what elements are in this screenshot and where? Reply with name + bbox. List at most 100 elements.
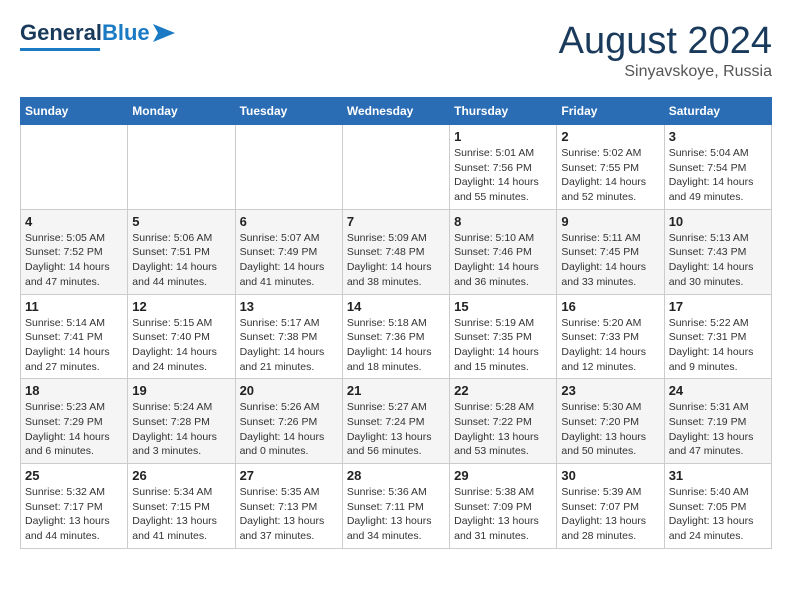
table-row: 23Sunrise: 5:30 AM Sunset: 7:20 PM Dayli… <box>557 379 664 464</box>
day-number: 14 <box>347 299 445 314</box>
week-row-2: 4 Sunrise: 5:05 AM Sunset: 7:52 PM Daylig… <box>21 209 772 294</box>
table-row: 6 Sunrise: 5:07 AM Sunset: 7:49 PM Daylig… <box>235 209 342 294</box>
table-row: 17 Sunrise: 5:22 AM Sunset: 7:31 PM Dayli… <box>664 294 771 379</box>
table-row: 14 Sunrise: 5:18 AM Sunset: 7:36 PM Dayli… <box>342 294 449 379</box>
table-row <box>128 125 235 210</box>
day-info: Sunrise: 5:30 AM Sunset: 7:20 PM Dayligh… <box>561 400 659 459</box>
week-row-3: 11 Sunrise: 5:14 AM Sunset: 7:41 PM Dayli… <box>21 294 772 379</box>
day-number: 31 <box>669 468 767 483</box>
day-number: 1 <box>454 129 552 144</box>
day-info: Sunrise: 5:11 AM Sunset: 7:45 PM Dayligh… <box>561 231 659 290</box>
table-row: 18 Sunrise: 5:23 AM Sunset: 7:29 PM Dayli… <box>21 379 128 464</box>
day-info: Sunrise: 5:17 AM Sunset: 7:38 PM Dayligh… <box>240 316 338 375</box>
table-row: 4 Sunrise: 5:05 AM Sunset: 7:52 PM Daylig… <box>21 209 128 294</box>
table-row: 19 Sunrise: 5:24 AM Sunset: 7:28 PM Dayli… <box>128 379 235 464</box>
table-row: 3 Sunrise: 5:04 AM Sunset: 7:54 PM Daylig… <box>664 125 771 210</box>
day-info: Sunrise: 5:02 AM Sunset: 7:55 PM Dayligh… <box>561 146 659 205</box>
header-saturday: Saturday <box>664 98 771 125</box>
table-row: 24 Sunrise: 5:31 AM Sunset: 7:19 PM Dayli… <box>664 379 771 464</box>
day-info: Sunrise: 5:19 AM Sunset: 7:35 PM Dayligh… <box>454 316 552 375</box>
day-info: Sunrise: 5:05 AM Sunset: 7:52 PM Dayligh… <box>25 231 123 290</box>
day-number: 5 <box>132 214 230 229</box>
day-info: Sunrise: 5:10 AM Sunset: 7:46 PM Dayligh… <box>454 231 552 290</box>
day-number: 19 <box>132 383 230 398</box>
table-row: 29Sunrise: 5:38 AM Sunset: 7:09 PM Dayli… <box>450 464 557 549</box>
page-header: GeneralBlue August 2024 Sinyavskoye, Rus… <box>20 20 772 81</box>
table-row: 25Sunrise: 5:32 AM Sunset: 7:17 PM Dayli… <box>21 464 128 549</box>
day-info: Sunrise: 5:04 AM Sunset: 7:54 PM Dayligh… <box>669 146 767 205</box>
day-info: Sunrise: 5:18 AM Sunset: 7:36 PM Dayligh… <box>347 316 445 375</box>
logo-arrow-icon <box>153 24 175 42</box>
day-number: 9 <box>561 214 659 229</box>
table-row: 30 Sunrise: 5:39 AM Sunset: 7:07 PM Dayli… <box>557 464 664 549</box>
table-row: 8 Sunrise: 5:10 AM Sunset: 7:46 PM Daylig… <box>450 209 557 294</box>
day-info: Sunrise: 5:26 AM Sunset: 7:26 PM Dayligh… <box>240 400 338 459</box>
day-number: 3 <box>669 129 767 144</box>
day-info: Sunrise: 5:09 AM Sunset: 7:48 PM Dayligh… <box>347 231 445 290</box>
day-number: 8 <box>454 214 552 229</box>
weekday-header-row: Sunday Monday Tuesday Wednesday Thursday… <box>21 98 772 125</box>
day-number: 20 <box>240 383 338 398</box>
day-info: Sunrise: 5:13 AM Sunset: 7:43 PM Dayligh… <box>669 231 767 290</box>
week-row-5: 25Sunrise: 5:32 AM Sunset: 7:17 PM Dayli… <box>21 464 772 549</box>
week-row-1: 1 Sunrise: 5:01 AM Sunset: 7:56 PM Daylig… <box>21 125 772 210</box>
day-number: 22 <box>454 383 552 398</box>
table-row: 13Sunrise: 5:17 AM Sunset: 7:38 PM Dayli… <box>235 294 342 379</box>
day-number: 21 <box>347 383 445 398</box>
header-friday: Friday <box>557 98 664 125</box>
day-info: Sunrise: 5:07 AM Sunset: 7:49 PM Dayligh… <box>240 231 338 290</box>
header-tuesday: Tuesday <box>235 98 342 125</box>
header-sunday: Sunday <box>21 98 128 125</box>
header-monday: Monday <box>128 98 235 125</box>
day-info: Sunrise: 5:24 AM Sunset: 7:28 PM Dayligh… <box>132 400 230 459</box>
day-number: 11 <box>25 299 123 314</box>
table-row: 20 Sunrise: 5:26 AM Sunset: 7:26 PM Dayli… <box>235 379 342 464</box>
day-number: 24 <box>669 383 767 398</box>
day-number: 6 <box>240 214 338 229</box>
day-info: Sunrise: 5:27 AM Sunset: 7:24 PM Dayligh… <box>347 400 445 459</box>
day-number: 16 <box>561 299 659 314</box>
day-info: Sunrise: 5:28 AM Sunset: 7:22 PM Dayligh… <box>454 400 552 459</box>
day-info: Sunrise: 5:40 AM Sunset: 7:05 PM Dayligh… <box>669 485 767 544</box>
day-info: Sunrise: 5:35 AM Sunset: 7:13 PM Dayligh… <box>240 485 338 544</box>
table-row: 31 Sunrise: 5:40 AM Sunset: 7:05 PM Dayli… <box>664 464 771 549</box>
week-row-4: 18 Sunrise: 5:23 AM Sunset: 7:29 PM Dayli… <box>21 379 772 464</box>
table-row: 1 Sunrise: 5:01 AM Sunset: 7:56 PM Daylig… <box>450 125 557 210</box>
table-row: 11 Sunrise: 5:14 AM Sunset: 7:41 PM Dayli… <box>21 294 128 379</box>
day-info: Sunrise: 5:01 AM Sunset: 7:56 PM Dayligh… <box>454 146 552 205</box>
day-number: 30 <box>561 468 659 483</box>
day-number: 15 <box>454 299 552 314</box>
day-number: 29 <box>454 468 552 483</box>
day-info: Sunrise: 5:06 AM Sunset: 7:51 PM Dayligh… <box>132 231 230 290</box>
day-info: Sunrise: 5:14 AM Sunset: 7:41 PM Dayligh… <box>25 316 123 375</box>
day-number: 17 <box>669 299 767 314</box>
title-block: August 2024 Sinyavskoye, Russia <box>559 20 772 81</box>
day-number: 4 <box>25 214 123 229</box>
table-row: 22 Sunrise: 5:28 AM Sunset: 7:22 PM Dayli… <box>450 379 557 464</box>
logo-underline <box>20 48 100 51</box>
day-info: Sunrise: 5:36 AM Sunset: 7:11 PM Dayligh… <box>347 485 445 544</box>
table-row <box>235 125 342 210</box>
table-row: 28Sunrise: 5:36 AM Sunset: 7:11 PM Dayli… <box>342 464 449 549</box>
day-info: Sunrise: 5:22 AM Sunset: 7:31 PM Dayligh… <box>669 316 767 375</box>
table-row: 12Sunrise: 5:15 AM Sunset: 7:40 PM Dayli… <box>128 294 235 379</box>
day-info: Sunrise: 5:39 AM Sunset: 7:07 PM Dayligh… <box>561 485 659 544</box>
table-row: 21 Sunrise: 5:27 AM Sunset: 7:24 PM Dayli… <box>342 379 449 464</box>
day-number: 12 <box>132 299 230 314</box>
table-row: 9 Sunrise: 5:11 AM Sunset: 7:45 PM Daylig… <box>557 209 664 294</box>
table-row: 15 Sunrise: 5:19 AM Sunset: 7:35 PM Dayli… <box>450 294 557 379</box>
day-info: Sunrise: 5:31 AM Sunset: 7:19 PM Dayligh… <box>669 400 767 459</box>
calendar-table: Sunday Monday Tuesday Wednesday Thursday… <box>20 97 772 549</box>
day-number: 26 <box>132 468 230 483</box>
day-info: Sunrise: 5:20 AM Sunset: 7:33 PM Dayligh… <box>561 316 659 375</box>
day-number: 2 <box>561 129 659 144</box>
day-number: 18 <box>25 383 123 398</box>
day-info: Sunrise: 5:23 AM Sunset: 7:29 PM Dayligh… <box>25 400 123 459</box>
day-info: Sunrise: 5:32 AM Sunset: 7:17 PM Dayligh… <box>25 485 123 544</box>
day-number: 7 <box>347 214 445 229</box>
logo: GeneralBlue <box>20 20 175 51</box>
header-wednesday: Wednesday <box>342 98 449 125</box>
table-row: 27Sunrise: 5:35 AM Sunset: 7:13 PM Dayli… <box>235 464 342 549</box>
table-row: 26Sunrise: 5:34 AM Sunset: 7:15 PM Dayli… <box>128 464 235 549</box>
month-year-title: August 2024 <box>559 20 772 63</box>
